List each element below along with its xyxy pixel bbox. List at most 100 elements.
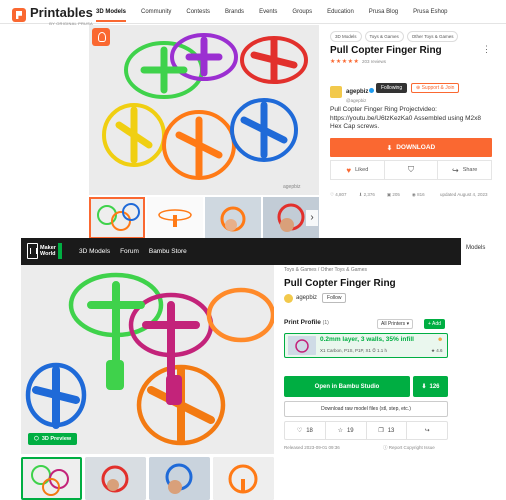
share-label: Share	[462, 167, 478, 173]
nav-prusa-blog[interactable]: Prusa Blog	[369, 9, 398, 15]
makerworld-breadcrumb[interactable]: Toys & Games / Other Toys & Games	[284, 267, 367, 273]
cube-icon: ⬡	[34, 436, 39, 442]
download-label: DOWNLOAD	[396, 144, 436, 151]
image-watermark: agepbiz	[283, 184, 301, 190]
share-button[interactable]: ↪	[407, 422, 447, 439]
remix-button[interactable]: ❐ 13	[367, 422, 408, 439]
share-button[interactable]: ↪ Share	[438, 161, 491, 179]
crumb-toys-games[interactable]: Toys & Games	[364, 31, 404, 42]
nav-bambu-store[interactable]: Bambu Store	[149, 248, 187, 255]
crumb-3d-models[interactable]: 3D Models	[330, 31, 362, 42]
author-name[interactable]: agepbiz	[346, 89, 368, 95]
crumb-other-toys[interactable]: Other Toys & Games	[406, 31, 459, 42]
thumbnail-3[interactable]	[149, 457, 210, 500]
chevron-right-icon[interactable]: ›	[306, 210, 318, 226]
add-profile-button[interactable]: + Add	[424, 319, 445, 329]
thumbnail-3[interactable]	[205, 197, 261, 239]
profile-user-icon: ☻	[437, 337, 444, 343]
printables-stats: ♡ 4,807 ⬇ 2,376 ▣ 205 ◉ 816	[330, 192, 425, 198]
makerworld-action-bar: ♡ 18 ☆ 19 ❐ 13 ↪	[284, 421, 448, 440]
liked-button[interactable]: ♥ Liked	[331, 161, 385, 179]
nav-prusa-eshop[interactable]: Prusa Eshop	[413, 9, 447, 15]
nav-education[interactable]: Education	[327, 9, 354, 15]
printer-filter-select[interactable]: All Printers ▾	[377, 319, 414, 329]
printables-author[interactable]: agepbiz @agepbiz	[330, 80, 375, 103]
open-in-bambu-studio-button[interactable]: Open in Bambu Studio	[284, 376, 410, 397]
printables-breadcrumb: 3D Models Toys & Games Other Toys & Game…	[330, 31, 459, 42]
bookmark-icon: ⛉	[408, 165, 414, 174]
avatar[interactable]	[330, 85, 342, 98]
makerworld-logo-tag	[57, 243, 62, 259]
rating-stars: ★★★★★	[330, 59, 360, 65]
thumbnail-1[interactable]	[89, 197, 145, 239]
like-count: 18	[306, 427, 313, 434]
print-profile-meta: X1 Carbon, P1S, P1P, X1 ⏱ 1.1 h	[320, 348, 387, 353]
copy-icon: ❐	[378, 428, 384, 434]
printables-menu: 3D Models Community Contests Brands Even…	[96, 0, 448, 24]
printables-main-image[interactable]	[89, 25, 319, 195]
nav-contests[interactable]: Contests	[186, 9, 210, 15]
bookmark-button[interactable]: ⛉	[385, 161, 439, 179]
makerworld-menu: 3D Models Forum Bambu Store	[79, 238, 187, 265]
follow-button[interactable]: Follow	[322, 293, 347, 303]
3d-preview-label: 3D Preview	[41, 436, 72, 442]
thumbnail-4[interactable]	[213, 457, 274, 500]
model-description: Pull Copter Finger Ring Projectvideo: ht…	[330, 106, 482, 131]
nav-brands[interactable]: Brands	[225, 9, 244, 15]
printables-logo[interactable]: Printables BY ORIGINAL PRUSA	[12, 4, 93, 26]
print-profile-name[interactable]: 0.2mm layer, 3 walls, 35% infill	[320, 336, 414, 343]
download-count-button[interactable]: ⬇ 126	[413, 376, 448, 397]
collect-button[interactable]: ☆ 19	[326, 422, 367, 439]
nav-3d-models[interactable]: 3D Models	[96, 9, 127, 22]
models-tab-fragment[interactable]: Models	[466, 245, 485, 251]
3d-preview-button[interactable]: ⬡ 3D Preview	[28, 433, 78, 445]
download-icon: ⬇	[386, 144, 393, 152]
thumbnail-1[interactable]	[21, 457, 82, 500]
makerworld-logo-line2: World	[40, 251, 56, 257]
makerworld-logo[interactable]: Maker World	[27, 243, 62, 259]
nav-community[interactable]: Community	[141, 9, 171, 15]
thumbnail-2[interactable]	[147, 197, 203, 239]
thumbnail-2[interactable]	[85, 457, 146, 500]
more-options-icon[interactable]: ⋮	[482, 44, 491, 55]
download-icon: ⬇	[421, 384, 427, 390]
following-button[interactable]: Following	[376, 83, 408, 93]
liked-label: Liked	[355, 167, 369, 173]
heart-icon: ♡	[296, 428, 303, 434]
print-profile-title: Print Profile	[284, 319, 321, 326]
download-raw-files-button[interactable]: Download raw model files (stl, step, etc…	[284, 401, 448, 417]
like-button[interactable]: ♡ 18	[285, 422, 326, 439]
verified-icon	[369, 88, 375, 93]
chevron-down-icon: ▾	[406, 321, 410, 327]
makerworld-main-image[interactable]	[21, 265, 274, 454]
printables-logo-icon	[12, 8, 26, 22]
released-date: Released 2023-09-01 09:36	[284, 445, 340, 450]
support-join-button[interactable]: ⊕ Support & Join	[411, 83, 460, 93]
nav-forum[interactable]: Forum	[120, 248, 139, 255]
collect-count: 19	[346, 427, 354, 434]
print-profile-count: (1)	[322, 320, 329, 326]
makerworld-logo-icon	[27, 243, 38, 259]
avatar[interactable]	[284, 293, 293, 303]
printables-logo-sub: BY ORIGINAL PRUSA	[49, 21, 93, 26]
author-name[interactable]: agepbiz	[296, 295, 317, 301]
author-handle: @agepbiz	[346, 98, 367, 103]
report-copyright-link[interactable]: ⓘ Report Copyright Issue	[383, 445, 435, 451]
download-button[interactable]: ⬇ DOWNLOAD	[330, 138, 492, 157]
stat-downloads: ⬇ 2,376	[358, 192, 375, 197]
nav-events[interactable]: Events	[259, 9, 277, 15]
download-count: 126	[429, 383, 440, 390]
printables-title: Pull Copter Finger Ring	[330, 45, 442, 56]
support-join-label: Support & Join	[421, 85, 455, 91]
printer-filter-label: All Printers	[381, 321, 406, 327]
reviews-count[interactable]: 203 reviews	[362, 59, 386, 64]
print-profile-rating: ★ 4.6	[431, 348, 443, 353]
nav-groups[interactable]: Groups	[292, 9, 312, 15]
print-profile-header: Print Profile (1)	[284, 319, 329, 326]
remix-count: 13	[387, 427, 395, 434]
makerworld-title: Pull Copter Finger Ring	[284, 278, 396, 289]
nav-3d-models[interactable]: 3D Models	[79, 248, 110, 255]
stat-likes: ♡ 4,807	[330, 192, 347, 197]
share-icon: ↪	[424, 428, 430, 434]
printables-action-bar: ♥ Liked ⛉ ↪ Share	[330, 160, 492, 180]
